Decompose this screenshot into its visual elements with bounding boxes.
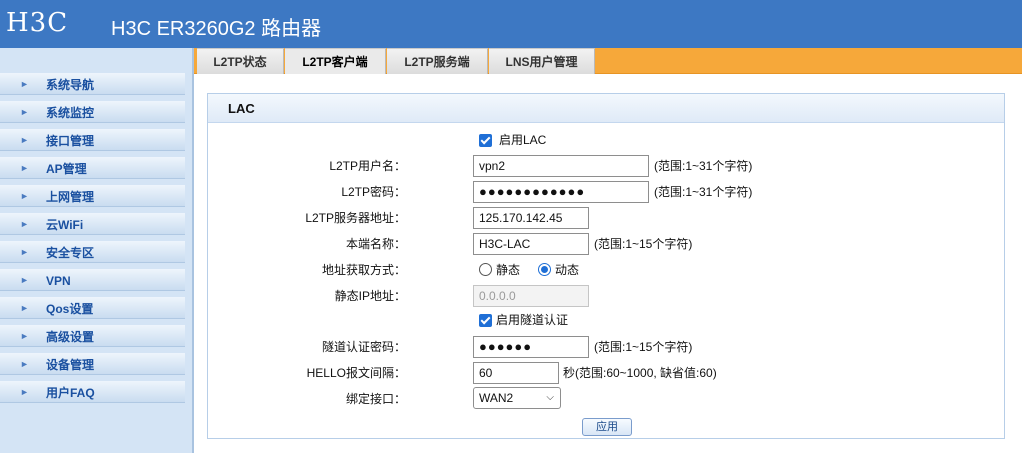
- sidebar-item[interactable]: ► VPN: [0, 266, 185, 294]
- nav-arrow-icon: ►: [20, 79, 29, 89]
- static-ip-label: 静态IP地址：: [334, 289, 406, 303]
- sidebar-item[interactable]: ► 云WiFi: [0, 210, 185, 238]
- sidebar-item-label: 系统导航: [46, 78, 95, 92]
- sidebar-item[interactable]: ► 安全专区: [0, 238, 185, 266]
- sidebar-item-label: 用户FAQ: [46, 386, 95, 400]
- nav-arrow-icon: ►: [20, 331, 29, 341]
- local-name-label: 本端名称：: [345, 237, 406, 251]
- sidebar-item-label: AP管理: [46, 162, 87, 176]
- tunnel-auth-checkbox[interactable]: [479, 314, 492, 327]
- static-ip-input[interactable]: 0.0.0.0: [473, 285, 589, 307]
- local-name-input[interactable]: H3C-LAC: [473, 233, 589, 255]
- nav-arrow-icon: ►: [20, 359, 29, 369]
- nav-arrow-icon: ►: [20, 135, 29, 145]
- sidebar-item[interactable]: ► 设备管理: [0, 350, 185, 378]
- apply-button[interactable]: 应用: [582, 418, 632, 436]
- dynamic-radio-label: 动态: [555, 263, 580, 277]
- tab-l2tp-server[interactable]: L2TP服务端: [387, 48, 488, 74]
- nav-arrow-icon: ►: [20, 303, 29, 313]
- bind-interface-label: 绑定接口：: [345, 392, 406, 406]
- username-hint: (范围:1~31个字符): [654, 159, 753, 173]
- app-header: H3C H3C ER3260G2 路由器: [0, 0, 1022, 48]
- sidebar-item[interactable]: ► 上网管理: [0, 182, 185, 210]
- server-addr-input[interactable]: 125.170.142.45: [473, 207, 589, 229]
- password-label: L2TP密码：: [341, 185, 406, 199]
- sidebar-item-label: 安全专区: [46, 246, 95, 260]
- sidebar-item[interactable]: ► 系统监控: [0, 98, 185, 126]
- sidebar-item-label: 接口管理: [46, 134, 95, 148]
- sidebar-item-label: 云WiFi: [46, 218, 84, 232]
- tab-l2tp-client[interactable]: L2TP客户端: [285, 48, 386, 74]
- hello-interval-label: HELLO报文间隔：: [306, 366, 406, 380]
- sidebar-item-label: Qos设置: [46, 302, 94, 316]
- bind-interface-value: WAN2: [479, 391, 514, 405]
- h3c-logo: H3C: [6, 8, 69, 38]
- tab-bar: L2TP状态 L2TP客户端 L2TP服务端 LNS用户管理: [194, 48, 1022, 74]
- tab-l2tp-status[interactable]: L2TP状态: [197, 48, 284, 74]
- panel-title: LAC: [208, 94, 1004, 123]
- sidebar: ► 系统导航 ► 系统监控 ► 接口管理 ► AP管理 ► 上网管理 ► 云WiFi ► 安全专区 ► VPN…: [0, 48, 194, 453]
- sidebar-item-label: VPN: [46, 274, 71, 288]
- hello-interval-hint: 秒(范围:60~1000, 缺省值:60): [563, 366, 717, 380]
- chevron-down-icon: ⌵: [546, 392, 554, 403]
- sidebar-item[interactable]: ► 高级设置: [0, 322, 185, 350]
- nav-arrow-icon: ►: [20, 107, 29, 117]
- tunnel-auth-label: 启用隧道认证: [496, 313, 569, 327]
- local-name-hint: (范围:1~15个字符): [594, 237, 693, 251]
- dynamic-radio[interactable]: [538, 263, 551, 276]
- password-hint: (范围:1~31个字符): [654, 185, 753, 199]
- static-radio-label: 静态: [496, 263, 521, 277]
- sidebar-item[interactable]: ► 用户FAQ: [0, 378, 185, 406]
- sidebar-item[interactable]: ► 系统导航: [0, 70, 185, 98]
- sidebar-item-label: 设备管理: [46, 358, 95, 372]
- sidebar-item-label: 上网管理: [46, 190, 95, 204]
- username-label: L2TP用户名：: [329, 159, 406, 173]
- tab-lns-user-mgmt[interactable]: LNS用户管理: [489, 48, 595, 74]
- nav-arrow-icon: ►: [20, 163, 29, 173]
- sidebar-item[interactable]: ► Qos设置: [0, 294, 185, 322]
- sidebar-item-label: 系统监控: [46, 106, 95, 120]
- username-input[interactable]: vpn2: [473, 155, 649, 177]
- enable-lac-label: 启用LAC: [499, 133, 547, 147]
- bind-interface-select[interactable]: WAN2 ⌵: [473, 387, 561, 409]
- sidebar-item[interactable]: ► AP管理: [0, 154, 185, 182]
- static-radio[interactable]: [479, 263, 492, 276]
- addr-mode-label: 地址获取方式：: [321, 263, 406, 277]
- enable-lac-checkbox[interactable]: [479, 134, 492, 147]
- server-addr-label: L2TP服务器地址：: [305, 211, 406, 225]
- nav-arrow-icon: ►: [20, 387, 29, 397]
- sidebar-item[interactable]: ► 接口管理: [0, 126, 185, 154]
- nav-arrow-icon: ►: [20, 219, 29, 229]
- tunnel-pwd-label: 隧道认证密码：: [321, 340, 406, 354]
- tunnel-pwd-input[interactable]: ●●●●●●: [473, 336, 589, 358]
- sidebar-item-label: 高级设置: [46, 330, 95, 344]
- nav-arrow-icon: ►: [20, 247, 29, 257]
- tunnel-pwd-hint: (范围:1~15个字符): [594, 340, 693, 354]
- password-input[interactable]: ●●●●●●●●●●●●: [473, 181, 649, 203]
- product-title: H3C ER3260G2 路由器: [111, 18, 322, 40]
- nav-arrow-icon: ►: [20, 191, 29, 201]
- nav-arrow-icon: ►: [20, 275, 29, 285]
- hello-interval-input[interactable]: 60: [473, 362, 559, 384]
